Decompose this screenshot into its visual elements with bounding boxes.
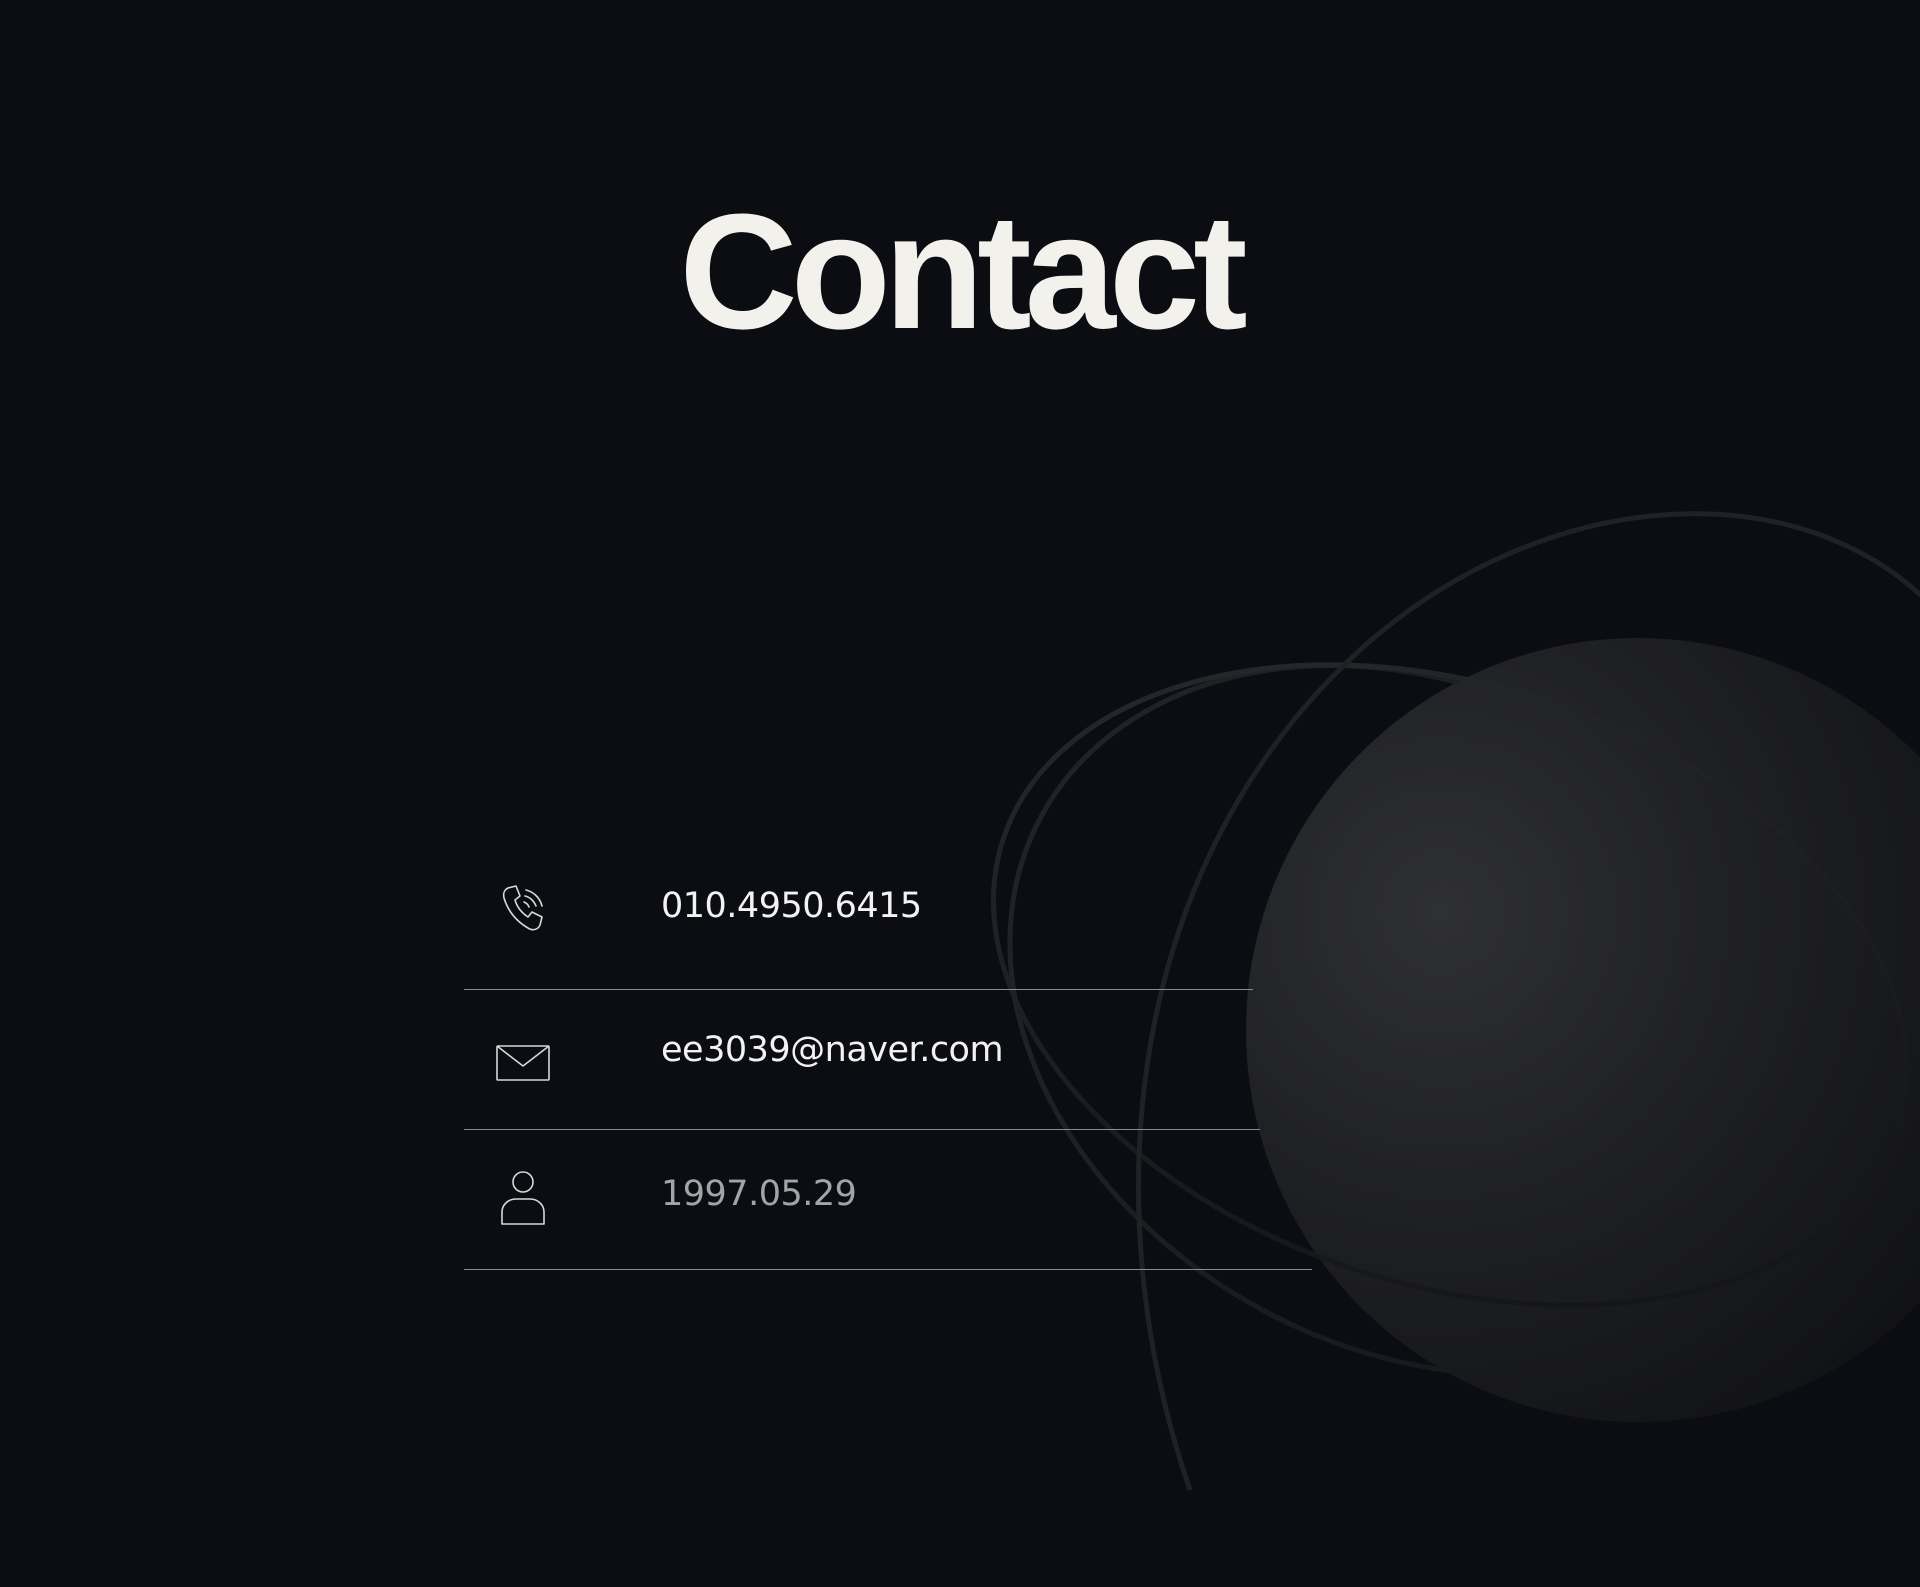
email-address: ee3039@naver.com [661, 1030, 1004, 1070]
phone-icon [502, 885, 543, 931]
contact-row-birthdate: 1997.05.29 [464, 1130, 1324, 1270]
mail-icon [496, 1045, 550, 1081]
person-icon [501, 1171, 545, 1225]
divider [464, 1269, 1312, 1270]
phone-number: 010.4950.6415 [661, 886, 922, 926]
birthdate: 1997.05.29 [661, 1174, 857, 1214]
contact-row-phone: 010.4950.6415 [464, 850, 1324, 990]
page-title: Contact [679, 180, 1247, 363]
contact-row-email: ee3039@naver.com [464, 990, 1324, 1130]
contact-list: 010.4950.6415 ee3039@naver.com 1997.05.2… [464, 850, 1324, 1270]
contact-page: Contact 010.4950.6415 ee3039@naver.com 1… [0, 0, 1920, 1587]
